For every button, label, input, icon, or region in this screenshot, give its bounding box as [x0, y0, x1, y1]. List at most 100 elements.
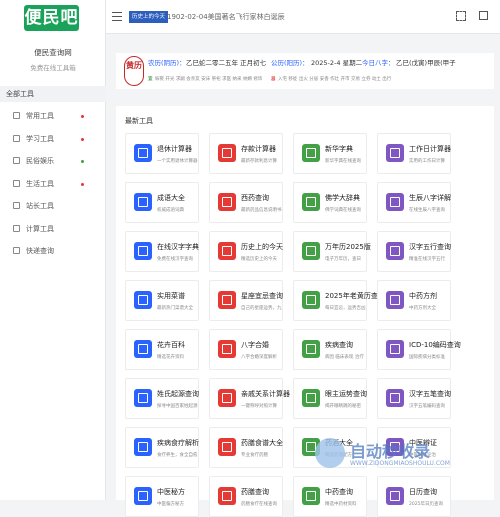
- tool-desc: 佛学词典在线查询: [325, 208, 361, 213]
- tool-name: 实用菜谱: [157, 292, 185, 300]
- tool-desc: 中药方剂大全: [409, 306, 436, 311]
- menu-icon[interactable]: [112, 12, 122, 21]
- sidebar-item[interactable]: 学习工具: [0, 129, 106, 149]
- tool-card[interactable]: 星座宜忌查询 自己的星座运势，九: [209, 280, 283, 321]
- tool-name: 佛学大辞典: [325, 194, 360, 202]
- history-marquee[interactable]: 1902-02-04美国著名飞行家林白诞辰: [167, 11, 285, 23]
- tool-card[interactable]: 在线汉字字典 免费在线汉字查询: [125, 231, 199, 272]
- almanac-panel: 黄历 农历(阴历)： 乙巳蛇二零二五年 正月初七 公历(阳历)： 2025-2-…: [116, 53, 494, 89]
- tool-desc: 专业食疗药膳: [241, 453, 268, 458]
- tool-card[interactable]: 日历查询 2025年日历查询: [377, 476, 451, 517]
- tool-card[interactable]: 疾病查询 病因 临床表现 治疗: [293, 329, 367, 370]
- tool-card[interactable]: 亲戚关系计算器 一键称呼对照计算: [209, 378, 290, 419]
- gongli-label: 公历(阳历)：: [271, 59, 309, 67]
- tool-card[interactable]: 眼主运势查询 揭开眼睛跳的秘密: [293, 378, 367, 419]
- tool-card[interactable]: 中药方剂 中药方剂大全: [377, 280, 451, 321]
- tool-icon: [218, 242, 236, 260]
- tool-card[interactable]: 疾病食疗解析 食疗养生，食全自愈: [125, 427, 199, 468]
- sidebar-item[interactable]: 生活工具: [0, 174, 106, 194]
- tool-card[interactable]: 中药查询精选中药材资料: [293, 476, 367, 517]
- yi-label: 宜: [148, 77, 153, 82]
- tool-card[interactable]: 历史上的今天 精选历史上的今天: [209, 231, 283, 272]
- tool-desc: 揭开眼睛跳的秘密: [325, 404, 361, 409]
- tool-card[interactable]: 药膳查询 药膳食疗在线查询: [209, 476, 283, 517]
- sidebar-item[interactable]: 站长工具: [0, 196, 106, 216]
- expand-icon[interactable]: [456, 11, 466, 21]
- sidebar-item[interactable]: 计算工具: [0, 219, 106, 239]
- sidebar-item[interactable]: 民俗娱乐: [0, 151, 106, 171]
- tool-card[interactable]: 工作日计算器 实用的工作日计算: [377, 133, 451, 174]
- tool-desc: 精选花卉资料: [157, 355, 184, 360]
- history-tag[interactable]: 历史上的今天: [129, 11, 169, 23]
- tool-name: 姓氏起源查询: [157, 390, 199, 398]
- tool-icon: [134, 389, 152, 407]
- all-tools-header[interactable]: 全部工具: [0, 86, 106, 102]
- tool-desc: 食疗养生，食全自愈: [157, 453, 198, 458]
- tool-card[interactable]: 2025年老黄历查询 每日宜忌，运势吉凶: [293, 280, 385, 321]
- tool-card[interactable]: 存款计算器最新存款利息计算: [209, 133, 283, 174]
- tool-card[interactable]: 汉字五笔查询 汉字五笔编码查询: [377, 378, 451, 419]
- tool-desc: 精选中药材资料: [325, 502, 357, 507]
- tool-name: 西药查询: [241, 194, 269, 202]
- watermark-subtext: WWW.ZIDONGMIAOSHOULU.COM: [350, 460, 450, 467]
- tool-icon: [302, 193, 320, 211]
- tool-card[interactable]: 新华字典 新华字典在线查询: [293, 133, 367, 174]
- tool-desc: 中医偏方秘方: [157, 502, 184, 507]
- tool-desc: 八字合婚深度解析: [241, 355, 277, 360]
- tool-card[interactable]: 花卉百科精选花卉资料: [125, 329, 199, 370]
- tool-name: 花卉百科: [157, 341, 185, 349]
- fullscreen-icon[interactable]: [479, 11, 488, 20]
- tool-card[interactable]: 万年历2025版 电子万年历，查日: [293, 231, 371, 272]
- tool-name: 亲戚关系计算器: [241, 390, 290, 398]
- sidebar-item[interactable]: 常用工具: [0, 106, 106, 126]
- site-logo[interactable]: 便民吧: [24, 5, 79, 31]
- tool-icon: [386, 487, 404, 505]
- tool-icon: [386, 340, 404, 358]
- tool-card[interactable]: 姓氏起源查询 探寻中国百家姓起源: [125, 378, 199, 419]
- tool-name: 2025年老黄历查询: [325, 292, 385, 300]
- tool-card[interactable]: ICD-10编码查询 国际疾病分类标准: [377, 329, 461, 370]
- tool-icon: [386, 242, 404, 260]
- tool-name: 日历查询: [409, 488, 437, 496]
- tool-icon: [218, 389, 236, 407]
- tool-icon: [302, 144, 320, 162]
- category-icon: [13, 157, 20, 164]
- tool-name: 汉字五行查询: [409, 243, 451, 251]
- sidebar-item-label: 常用工具: [26, 112, 54, 120]
- category-icon: [13, 247, 20, 254]
- tool-desc: 最新药品信息说明书: [241, 208, 282, 213]
- tool-name: 历史上的今天: [241, 243, 283, 251]
- category-icon: [13, 112, 20, 119]
- tool-card[interactable]: 佛学大辞典佛学词典在线查询: [293, 182, 367, 223]
- tool-card[interactable]: 西药查询最新药品信息说明书: [209, 182, 283, 223]
- tool-desc: 最新存款利息计算: [241, 159, 277, 164]
- tool-desc: 国际疾病分类标准: [409, 355, 445, 360]
- tool-desc: 一个实用退休计算器: [157, 159, 198, 164]
- tool-icon: [134, 340, 152, 358]
- tool-name: 存款计算器: [241, 145, 276, 153]
- tool-icon: [386, 291, 404, 309]
- tool-icon: [302, 291, 320, 309]
- new-dot: [81, 182, 84, 186]
- tool-name: 退休计算器: [157, 145, 192, 153]
- tool-card[interactable]: 药膳食谱大全 专业食疗药膳: [209, 427, 283, 468]
- tool-icon: [218, 438, 236, 456]
- tool-icon: [302, 487, 320, 505]
- tool-icon: [134, 144, 152, 162]
- tool-card[interactable]: 退休计算器一个实用退休计算器: [125, 133, 199, 174]
- tool-card[interactable]: 八字合婚 八字合婚深度解析: [209, 329, 283, 370]
- tool-desc: 新华字典在线查询: [325, 159, 361, 164]
- site-name: 便民查询网: [34, 48, 72, 57]
- tool-icon: [134, 193, 152, 211]
- category-icon: [13, 179, 20, 187]
- tool-card[interactable]: 中医秘方 中医偏方秘方: [125, 476, 199, 517]
- tool-card[interactable]: 实用菜谱 最新热门菜谱大全: [125, 280, 199, 321]
- tool-name: 中药查询: [325, 488, 353, 496]
- tool-card[interactable]: 汉字五行查询 精准在线汉字五行: [377, 231, 451, 272]
- tool-card[interactable]: 生辰八字详解 在线生辰八字查询: [377, 182, 451, 223]
- top-bar: 历史上的今天 1902-02-04美国著名飞行家林白诞辰: [106, 0, 500, 34]
- sidebar-item[interactable]: 快递查询: [0, 241, 106, 261]
- tool-name: 疾病食疗解析: [157, 439, 199, 447]
- sidebar-item-label: 站长工具: [26, 202, 54, 210]
- tool-card[interactable]: 成语大全 权威成语词典: [125, 182, 199, 223]
